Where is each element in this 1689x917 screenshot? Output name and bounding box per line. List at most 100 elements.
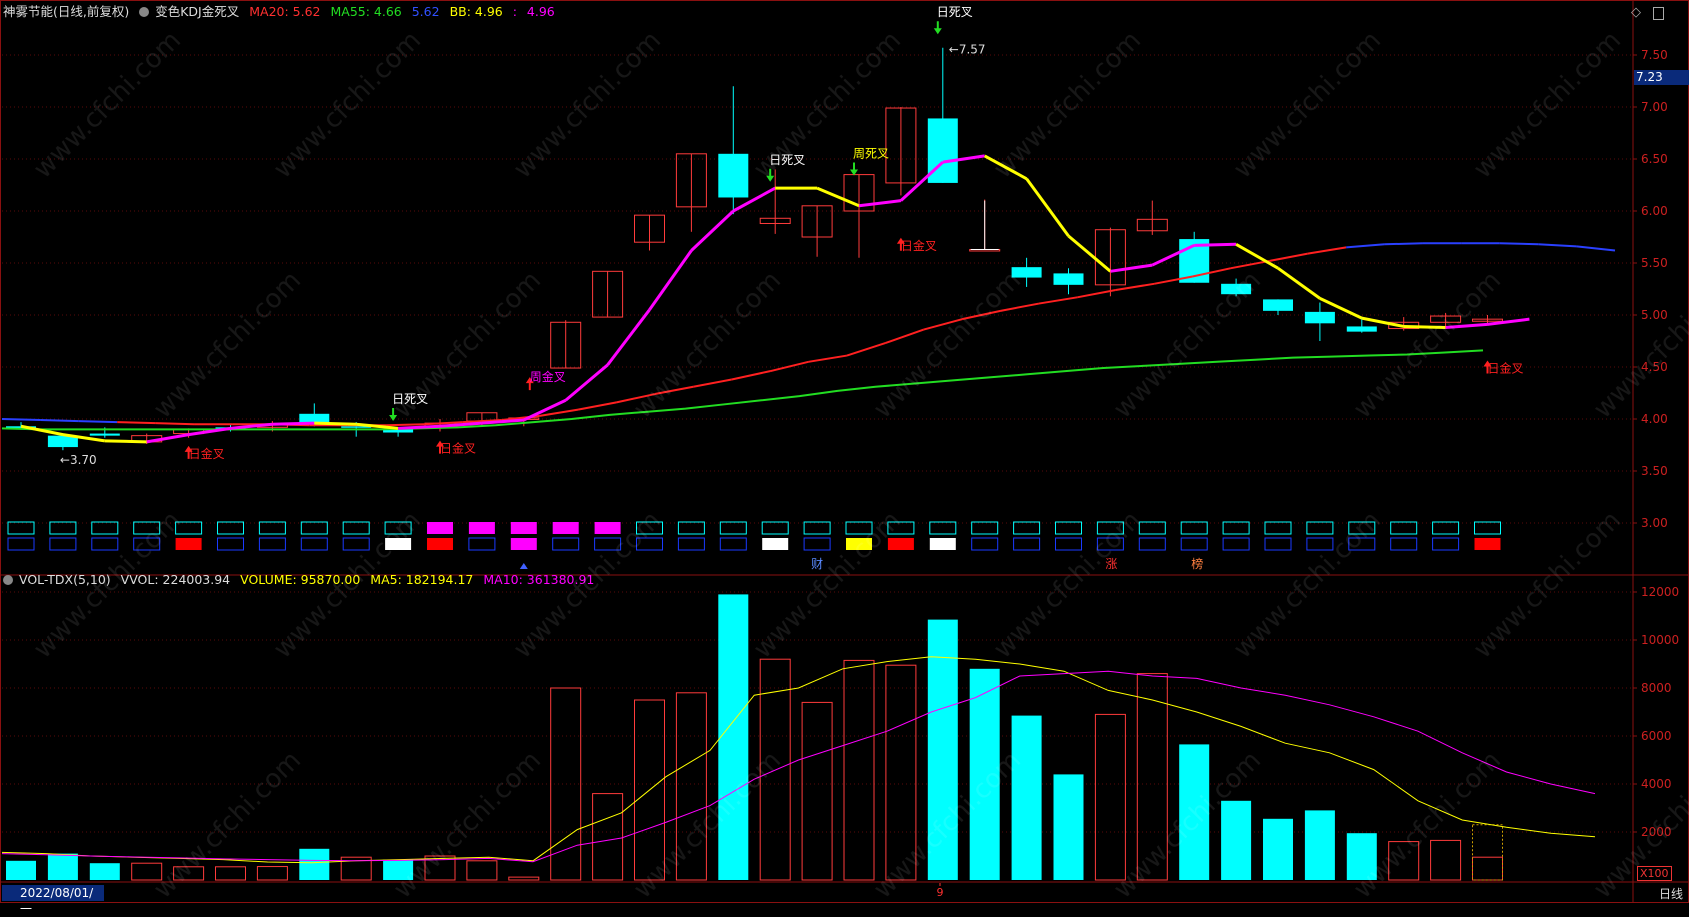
death-cross-label: 日死叉 <box>392 392 428 406</box>
candle-body <box>1221 283 1252 295</box>
kdj-box <box>427 522 453 534</box>
volume-bar <box>215 866 246 881</box>
candle-body <box>1346 326 1377 332</box>
volume-bar <box>1053 774 1084 880</box>
window-restore-icon[interactable] <box>1653 7 1664 20</box>
kdj-box <box>91 537 119 551</box>
kdj-box <box>1222 521 1250 535</box>
kdj-box <box>1348 537 1376 551</box>
bb-line <box>523 398 567 422</box>
price-header: 神雾节能(日线,前复权) 变色KDJ金死叉 MA20: 5.62 MA55: 4… <box>3 4 555 19</box>
kdj-box <box>175 521 203 535</box>
kdj-box <box>1138 537 1166 551</box>
week-death-arrow-icon <box>850 162 858 176</box>
ma20-line <box>923 318 963 331</box>
high-price-label: ←7.57 <box>949 43 986 57</box>
ma20-line <box>1038 296 1078 305</box>
volume-bar <box>299 848 330 880</box>
event-label: 涨 <box>1105 556 1117 571</box>
price-tick-label: 3.50 <box>1641 464 1668 478</box>
volume-bar <box>1011 715 1042 880</box>
low-price-label: ←3.70 <box>60 453 97 467</box>
volume-menu-icon[interactable] <box>3 575 13 585</box>
kdj-box <box>300 537 328 551</box>
volume-header: VOL-TDX(5,10) VVOL: 224003.94 VOLUME: 95… <box>3 572 600 588</box>
week-death-cross-label: 周死叉 <box>853 146 889 160</box>
ma20-line <box>731 370 771 381</box>
bb-line <box>1110 263 1153 273</box>
volume-bar <box>383 859 414 880</box>
kdj-box <box>1306 521 1334 535</box>
volume-bar <box>131 862 163 881</box>
kdj-box <box>1390 537 1418 551</box>
price-tick-label: 7.00 <box>1641 100 1668 114</box>
bb-line <box>1277 266 1321 300</box>
forecast-volume-bar <box>1472 824 1503 881</box>
current-price-tag: 7.23 <box>1634 70 1689 85</box>
volume-tick-label: 8000 <box>1641 681 1672 695</box>
price-tick-label: 4.50 <box>1641 360 1668 374</box>
kdj-box <box>887 521 915 535</box>
chart-window[interactable]: 7.50 7.00 6.50 6.00 5.50 5.00 4.50 4.00 3.50 3.00… <box>0 0 1689 916</box>
indicator-name[interactable]: 变色KDJ金死叉 <box>155 4 239 19</box>
gold-cross-label: 日金叉 <box>901 238 937 253</box>
volume-bar <box>508 876 540 881</box>
volume-tick-label: 4000 <box>1641 777 1672 791</box>
kdj-box <box>1222 537 1250 551</box>
vvol-value: VVOL: 224003.94 <box>120 572 231 587</box>
bb-line <box>20 424 64 437</box>
kdj-box <box>846 538 872 550</box>
period-label[interactable]: 日线 <box>1659 885 1683 902</box>
kdj-box <box>1138 521 1166 535</box>
candle-body <box>1053 273 1084 285</box>
bb-line <box>1194 242 1237 247</box>
kdj-box <box>7 537 35 551</box>
candle-body <box>1263 299 1293 311</box>
chart-canvas[interactable]: 7.50 7.00 6.50 6.00 5.50 5.00 4.50 4.00 3.50 3.00… <box>0 0 1689 903</box>
ma20-line <box>1230 259 1270 270</box>
ma20-line <box>117 421 156 425</box>
bb-line <box>690 209 735 252</box>
kdj-box <box>636 537 663 551</box>
volume-bar <box>1388 841 1420 881</box>
kdj-box <box>1264 537 1292 551</box>
vol-indicator-name[interactable]: VOL-TDX(5,10) <box>19 572 111 587</box>
price-tick-label: 5.50 <box>1641 256 1668 270</box>
kdj-box <box>468 537 496 551</box>
kdj-box <box>1264 521 1292 535</box>
ma20-line <box>577 401 617 411</box>
kdj-box <box>258 521 286 535</box>
kdj-box <box>510 522 537 534</box>
indicator-menu-icon[interactable] <box>139 7 150 17</box>
volume-bar <box>885 664 917 881</box>
volume-tick-label: 2000 <box>1641 825 1672 839</box>
kdj-box <box>594 522 621 534</box>
kdj-box <box>342 521 370 535</box>
diamond-icon[interactable]: ◇ <box>1631 5 1641 20</box>
kdj-box <box>1096 521 1124 535</box>
kdj-box <box>1432 521 1460 535</box>
volume-bar <box>1136 673 1168 881</box>
volume-value: VOLUME: 95870.00 <box>240 572 361 587</box>
volume-bar <box>1179 744 1210 880</box>
time-marker: 9 <box>937 886 944 899</box>
kdj-box <box>1474 538 1501 550</box>
kdj-box <box>719 521 747 535</box>
kdj-box <box>677 521 705 535</box>
volume-ma10-line <box>1 670 1596 863</box>
kdj-box <box>719 537 747 551</box>
kdj-box <box>677 537 705 551</box>
volume-bar <box>801 701 833 881</box>
volume-bar <box>1221 800 1252 880</box>
bb-line <box>1067 234 1112 273</box>
vol-ma5-value: MA5: 182194.17 <box>370 572 474 587</box>
volume-bar <box>1472 856 1503 881</box>
stock-mode: (日线,前复权) <box>53 4 130 19</box>
volume-bar <box>466 860 498 881</box>
kdj-box <box>1055 521 1082 535</box>
kdj-box <box>1180 537 1208 551</box>
death-cross-arrow-icon <box>766 168 775 182</box>
kdj-box <box>803 521 831 535</box>
volume-bar <box>550 687 582 881</box>
ma55-value: MA55: 4.66 <box>330 4 402 19</box>
